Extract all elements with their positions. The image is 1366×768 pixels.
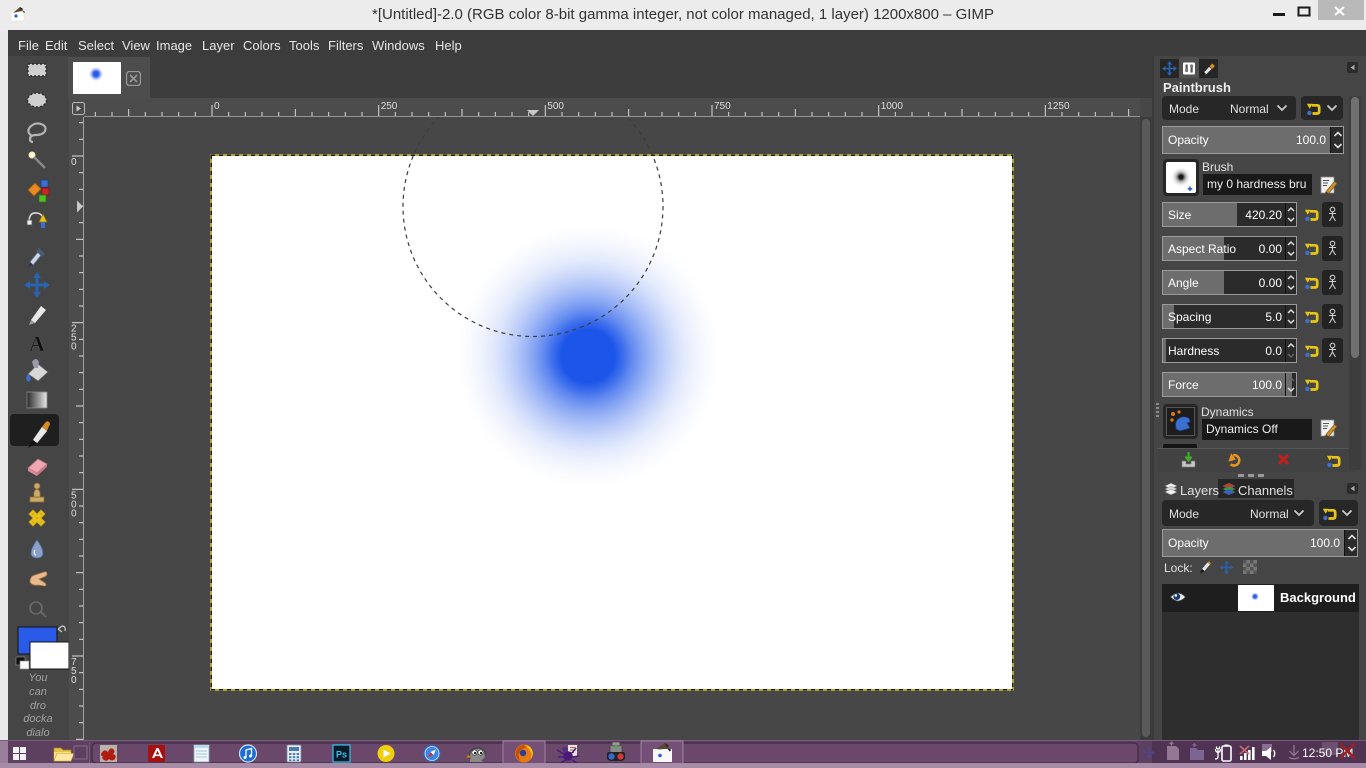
svg-text:0: 0	[71, 157, 77, 168]
svg-text:Ps: Ps	[336, 750, 347, 760]
svg-text:500: 500	[547, 101, 564, 112]
svg-text:1250: 1250	[1047, 101, 1070, 112]
svg-text:0: 0	[71, 508, 77, 519]
svg-text:250: 250	[381, 101, 398, 112]
svg-text:750: 750	[714, 101, 731, 112]
svg-text:1000: 1000	[881, 101, 904, 112]
svg-text:0: 0	[214, 101, 220, 112]
svg-text:A: A	[29, 331, 45, 356]
svg-text:0: 0	[71, 675, 77, 686]
svg-text:0: 0	[71, 342, 77, 353]
